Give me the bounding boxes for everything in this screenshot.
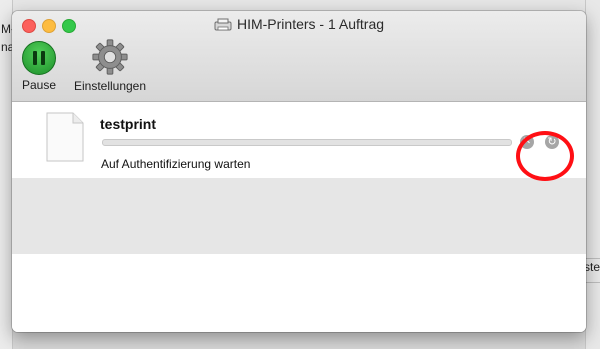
job-name: testprint — [100, 116, 156, 132]
background-divider — [586, 258, 600, 259]
background-window-right: ste — [583, 0, 600, 349]
pause-button[interactable]: Pause — [19, 41, 59, 92]
print-queue-window: HIM-Printers - 1 Auftrag Pause Einstellu… — [12, 11, 586, 332]
settings-button[interactable]: Einstellungen — [68, 38, 152, 93]
background-divider — [586, 282, 600, 283]
background-text-fragment: ste — [583, 260, 600, 274]
window-title: HIM-Printers - 1 Auftrag — [12, 16, 586, 35]
window-title-text: HIM-Printers - 1 Auftrag — [236, 16, 385, 32]
job-status: Auf Authentifizierung warten — [101, 157, 251, 171]
job-row[interactable]: testprint Auf Authentifizierung warten ✕… — [12, 102, 586, 178]
annotation-circle — [516, 131, 574, 181]
pause-icon — [22, 41, 56, 75]
document-icon — [45, 112, 85, 167]
settings-label: Einstellungen — [73, 79, 147, 93]
gear-icon — [91, 39, 129, 79]
job-progress-bar — [102, 139, 512, 146]
titlebar: HIM-Printers - 1 Auftrag Pause Einstellu… — [12, 11, 586, 102]
pause-label: Pause — [21, 78, 57, 92]
job-list: testprint Auf Authentifizierung warten ✕… — [12, 102, 586, 332]
printer-icon — [214, 18, 232, 35]
empty-row — [12, 254, 586, 332]
